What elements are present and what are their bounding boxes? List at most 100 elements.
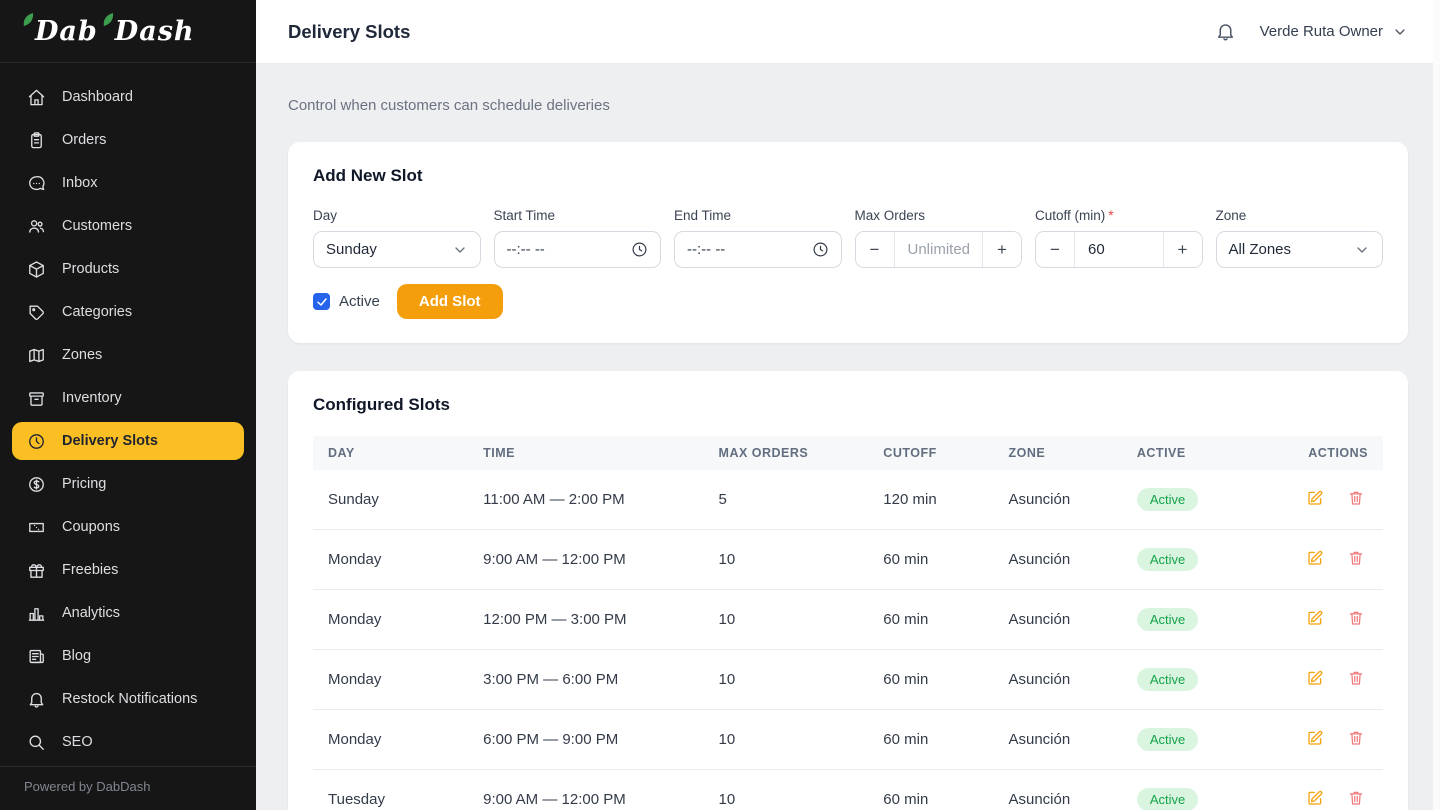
sidebar-item-label: Freebies [62, 562, 119, 578]
active-checkbox[interactable] [313, 293, 330, 310]
clock-icon[interactable] [812, 241, 829, 258]
sidebar-item-customers[interactable]: Customers [12, 207, 244, 245]
sidebar-item-analytics[interactable]: Analytics [12, 594, 244, 632]
add-slot-button[interactable]: Add Slot [396, 284, 503, 319]
sidebar-item-blog[interactable]: Blog [12, 637, 244, 675]
edit-button[interactable] [1306, 489, 1324, 507]
bar-chart-icon [26, 603, 46, 623]
delete-button[interactable] [1347, 669, 1365, 687]
day-select[interactable]: Sunday [313, 231, 481, 268]
cutoff-decrement-button[interactable]: − [1036, 232, 1074, 267]
user-name: Verde Ruta Owner [1259, 23, 1383, 40]
delete-button[interactable] [1347, 549, 1365, 567]
sidebar-item-zones[interactable]: Zones [12, 336, 244, 374]
sidebar-item-pricing[interactable]: Pricing [12, 465, 244, 503]
max-orders-field: Max Orders − Unlimited + [854, 208, 1022, 268]
sidebar-item-categories[interactable]: Categories [12, 293, 244, 331]
delete-button[interactable] [1347, 729, 1365, 747]
sidebar-item-label: Pricing [62, 476, 107, 492]
trash-icon [1349, 671, 1363, 685]
cell-actions [1287, 589, 1383, 650]
max-orders-increment-button[interactable]: + [983, 232, 1021, 267]
cutoff-increment-button[interactable]: + [1163, 232, 1202, 267]
table-row: Monday 6:00 PM — 9:00 PM 10 60 min Asunc… [313, 709, 1383, 770]
sidebar-item-coupons[interactable]: Coupons [12, 508, 244, 546]
chevron-down-icon [454, 246, 465, 253]
cell-day: Monday [313, 709, 469, 770]
sidebar-item-inbox[interactable]: Inbox [12, 164, 244, 202]
sidebar-item-seo[interactable]: SEO [12, 723, 244, 761]
scrollbar[interactable] [1433, 0, 1440, 810]
sidebar-item-label: Products [62, 261, 120, 277]
edit-button[interactable] [1306, 729, 1324, 747]
max-orders-label: Max Orders [854, 208, 926, 223]
clock-icon [26, 431, 46, 451]
archive-box-icon [26, 388, 46, 408]
zone-select[interactable]: All Zones [1215, 231, 1383, 268]
cell-cutoff: 60 min [868, 529, 994, 590]
col-header-active: ACTIVE [1121, 436, 1288, 470]
logo-text: Dab Dash [22, 12, 199, 47]
sidebar-item-label: Blog [62, 648, 92, 664]
cell-time: 9:00 AM — 12:00 PM [468, 769, 704, 810]
edit-pencil-icon [1308, 610, 1323, 625]
cell-zone: Asunción [993, 709, 1122, 770]
sidebar-item-label: Categories [62, 304, 133, 320]
sidebar-item-dashboard[interactable]: Dashboard [12, 78, 244, 116]
edit-pencil-icon [1308, 790, 1323, 805]
cutoff-input[interactable]: 60 [1074, 232, 1164, 267]
active-checkbox-label: Active [339, 293, 380, 310]
sidebar-item-label: Inbox [62, 175, 98, 191]
cell-actions [1287, 649, 1383, 710]
cell-active: Active [1121, 649, 1288, 710]
sidebar-item-freebies[interactable]: Freebies [12, 551, 244, 589]
form-actions-row: Active Add Slot [313, 284, 1383, 319]
edit-pencil-icon [1308, 730, 1323, 745]
cell-actions [1287, 769, 1383, 810]
header-actions: Verde Ruta Owner [1214, 20, 1408, 44]
cutoff-label: Cutoff (min) * [1035, 208, 1114, 223]
edit-button[interactable] [1306, 789, 1324, 807]
cell-time: 9:00 AM — 12:00 PM [468, 529, 704, 590]
edit-pencil-icon [1308, 670, 1323, 685]
logo-word-dab: Dab [22, 12, 98, 47]
user-menu[interactable]: Verde Ruta Owner [1260, 23, 1408, 40]
users-icon [26, 216, 46, 236]
delete-button[interactable] [1347, 489, 1365, 507]
notifications-bell-button[interactable] [1214, 20, 1238, 44]
trash-icon [1349, 731, 1363, 745]
start-time-value: --:-- -- [506, 241, 545, 258]
col-header-day: DAY [313, 436, 469, 470]
sidebar-item-label: Delivery Slots [62, 433, 158, 449]
add-slot-title: Add New Slot [313, 166, 423, 185]
trash-icon [1349, 791, 1363, 805]
edit-button[interactable] [1306, 609, 1324, 627]
trash-icon [1349, 611, 1363, 625]
sidebar-item-delivery-slots[interactable]: Delivery Slots [12, 422, 244, 460]
sidebar-item-restock-notifications[interactable]: Restock Notifications [12, 680, 244, 718]
sidebar-item-inventory[interactable]: Inventory [12, 379, 244, 417]
map-icon [26, 345, 46, 365]
delete-button[interactable] [1347, 789, 1365, 807]
page-title: Delivery Slots [288, 20, 411, 42]
start-time-field: Start Time --:-- -- [493, 208, 661, 268]
end-time-input[interactable]: --:-- -- [674, 231, 842, 268]
start-time-input[interactable]: --:-- -- [493, 231, 661, 268]
sidebar-item-products[interactable]: Products [12, 250, 244, 288]
cell-zone: Asunción [993, 589, 1122, 650]
start-time-label: Start Time [493, 208, 556, 223]
col-header-max-orders: MAX ORDERS [703, 436, 869, 470]
max-orders-decrement-button[interactable]: − [855, 232, 894, 267]
delete-button[interactable] [1347, 609, 1365, 627]
cutoff-stepper: − 60 + [1035, 231, 1203, 268]
max-orders-input[interactable]: Unlimited [893, 232, 983, 267]
sidebar-item-orders[interactable]: Orders [12, 121, 244, 159]
bell-icon [1218, 24, 1234, 41]
sidebar-item-label: Restock Notifications [62, 691, 198, 707]
cell-time: 3:00 PM — 6:00 PM [468, 649, 704, 710]
clock-icon[interactable] [631, 241, 648, 258]
edit-button[interactable] [1306, 669, 1324, 687]
search-icon [26, 732, 46, 752]
cell-day: Monday [313, 529, 469, 590]
edit-button[interactable] [1306, 549, 1324, 567]
